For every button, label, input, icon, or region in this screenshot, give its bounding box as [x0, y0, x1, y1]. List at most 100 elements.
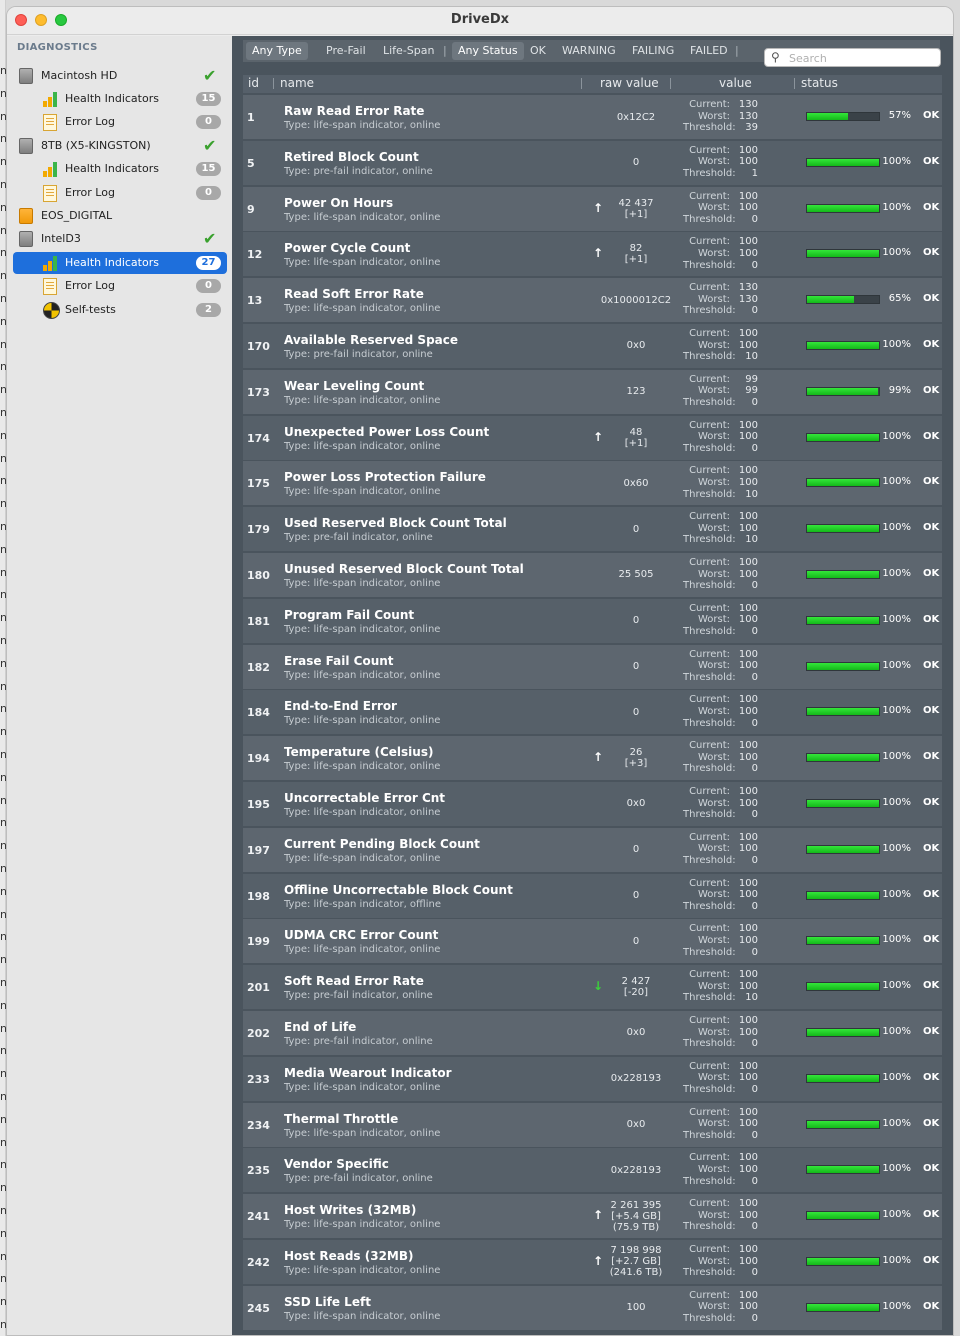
title-bar: DriveDx [7, 7, 953, 35]
health-bar-fill [807, 1120, 879, 1128]
table-row[interactable]: 197 Current Pending Block Count Type: life… [243, 827, 942, 872]
filter-any-type[interactable]: Any Type [246, 42, 308, 60]
sidebar-item[interactable]: Error Log 0 [13, 182, 227, 204]
table-row[interactable]: 194 Temperature (Celsius) Type: life-span … [243, 736, 942, 781]
raw-value-line: 0 [632, 523, 640, 535]
current-value: 100 [738, 1243, 758, 1255]
sidebar-item[interactable]: 8TB (X5-KINGSTON) ✔ [7, 135, 227, 157]
raw-value-line: 82 [629, 243, 643, 255]
worst-label: Worst: [697, 568, 730, 580]
raw-value: 7 198 998 [+2.7 GB] (241.6 TB) [596, 1240, 676, 1284]
table-row[interactable]: 242 Host Reads (32MB) Type: life-span indi… [243, 1239, 942, 1284]
health-bar [806, 1256, 880, 1266]
raw-value: 0x0 [596, 1011, 676, 1055]
sidebar-item[interactable]: Error Log 0 [13, 275, 227, 297]
filter-warning[interactable]: WARNING [556, 42, 622, 60]
table-row[interactable]: 201 Soft Read Error Rate Type: pre-fail in… [243, 965, 942, 1010]
health-bar [806, 203, 880, 213]
attribute-id: 245 [247, 1301, 270, 1315]
raw-value: 0x0 [596, 1103, 676, 1147]
attribute-name: Raw Read Error Rate [284, 104, 425, 118]
sidebar-item[interactable]: Health Indicators 15 [13, 88, 227, 110]
count-badge: 2 [196, 303, 221, 317]
threshold-value: 0 [751, 671, 758, 683]
table-row[interactable]: 195 Uncorrectable Error Cnt Type: life-spa… [243, 781, 942, 826]
sidebar-item[interactable]: Health Indicators 27 [13, 252, 227, 274]
status-label: OK [923, 110, 940, 121]
sidebar-item[interactable]: Self-tests 2 [13, 299, 227, 321]
bar-chart-icon [43, 92, 59, 107]
table-row[interactable]: 5 Retired Block Count Type: pre-fail indic… [243, 140, 942, 185]
current-label: Current: [689, 1106, 730, 1118]
sidebar-item[interactable]: EOS_DIGITAL [7, 205, 227, 227]
table-row[interactable]: 198 Offline Uncorrectable Block Count Type… [243, 873, 942, 918]
sidebar-item-label: Error Log [65, 115, 115, 128]
health-percent: 100% [882, 842, 911, 854]
sidebar-item[interactable]: Health Indicators 15 [13, 158, 227, 180]
current-label: Current: [689, 694, 730, 706]
sidebar-item[interactable]: Macintosh HD ✔ [7, 65, 227, 87]
table-row[interactable]: 175 Power Loss Protection Failure Type: li… [243, 461, 942, 506]
table-row[interactable]: 180 Unused Reserved Block Count Total Type… [243, 552, 942, 597]
table-row[interactable]: 179 Used Reserved Block Count Total Type: … [243, 507, 942, 552]
count-badge: 0 [196, 279, 221, 293]
table-row[interactable]: 234 Thermal Throttle Type: life-span indic… [243, 1102, 942, 1147]
filter-life-span[interactable]: Life-Span [377, 42, 440, 60]
filter-any-status[interactable]: Any Status [452, 42, 524, 60]
table-row[interactable]: 12 Power Cycle Count Type: life-span indic… [243, 232, 942, 277]
checkmark-icon: ✔ [203, 136, 217, 155]
filter-pre-fail[interactable]: Pre-Fail [320, 42, 372, 60]
table-row[interactable]: 174 Unexpected Power Loss Count Type: life… [243, 415, 942, 460]
attribute-id: 234 [247, 1118, 270, 1132]
table-row[interactable]: 182 Erase Fail Count Type: life-span indic… [243, 644, 942, 689]
table-row[interactable]: 235 Vendor Specific Type: pre-fail indicat… [243, 1148, 942, 1193]
filter-ok[interactable]: OK [524, 42, 552, 60]
worst-value: 100 [738, 476, 758, 488]
value-block: Current: 100 Worst: 100 Threshold: 0 [683, 1061, 758, 1096]
table-row[interactable]: 9 Power On Hours Type: life-span indicator… [243, 186, 942, 231]
attribute-name: Retired Block Count [284, 149, 419, 164]
col-raw-header[interactable]: raw value [600, 76, 659, 90]
col-name-header[interactable]: name [280, 76, 314, 90]
health-bar-fill [807, 983, 879, 991]
table-row[interactable]: 13 Read Soft Error Rate Type: life-span in… [243, 278, 942, 323]
table-row[interactable]: 202 End of Life Type: pre-fail indicator, … [243, 1010, 942, 1055]
raw-value: 0 [596, 507, 676, 551]
table-row[interactable]: 233 Media Wearout Indicator Type: life-spa… [243, 1056, 942, 1101]
worst-label: Worst: [697, 705, 730, 717]
search-field[interactable]: ⚲ [764, 48, 941, 67]
health-bar-fill [807, 662, 879, 670]
threshold-value: 0 [751, 625, 758, 637]
threshold-value: 0 [751, 1267, 758, 1279]
col-id-header[interactable]: id [248, 76, 259, 90]
table-row[interactable]: 241 Host Writes (32MB) Type: life-span ind… [243, 1194, 942, 1239]
table-row[interactable]: 181 Program Fail Count Type: life-span ind… [243, 598, 942, 643]
status-label: OK [923, 796, 940, 808]
table-row[interactable]: 170 Available Reserved Space Type: pre-fai… [243, 323, 942, 368]
worst-label: Worst: [697, 889, 730, 901]
threshold-value: 10 [745, 351, 758, 363]
current-label: Current: [689, 236, 730, 248]
filter-failed[interactable]: FAILED [684, 42, 734, 60]
table-row[interactable]: 1 Raw Read Error Rate Type: life-span indi… [243, 95, 942, 139]
threshold-label: Threshold: [683, 1038, 736, 1050]
sidebar-item-label: Health Indicators [65, 162, 159, 175]
table-row[interactable]: 173 Wear Leveling Count Type: life-span in… [243, 369, 942, 414]
sidebar-item[interactable]: IntelD3 ✔ [7, 228, 227, 250]
worst-value: 100 [738, 1072, 758, 1084]
current-label: Current: [689, 1243, 730, 1255]
table-row[interactable]: 245 SSD Life Left Type: life-span indicato… [243, 1285, 942, 1330]
status-label: OK [923, 293, 940, 305]
status-label: OK [923, 751, 940, 763]
col-status-header[interactable]: status [801, 76, 838, 90]
raw-value-line: [+1] [624, 437, 648, 449]
table-row[interactable]: 184 End-to-End Error Type: life-span indic… [243, 690, 942, 735]
threshold-value: 0 [751, 900, 758, 912]
table-row[interactable]: 199 UDMA CRC Error Count Type: life-span i… [243, 919, 942, 964]
threshold-value: 0 [751, 946, 758, 958]
col-value-header[interactable]: value [719, 76, 752, 90]
filter-failing[interactable]: FAILING [626, 42, 680, 60]
sidebar-item[interactable]: Error Log 0 [13, 111, 227, 133]
search-input[interactable] [789, 51, 937, 65]
attribute-name: Program Fail Count [284, 607, 415, 622]
